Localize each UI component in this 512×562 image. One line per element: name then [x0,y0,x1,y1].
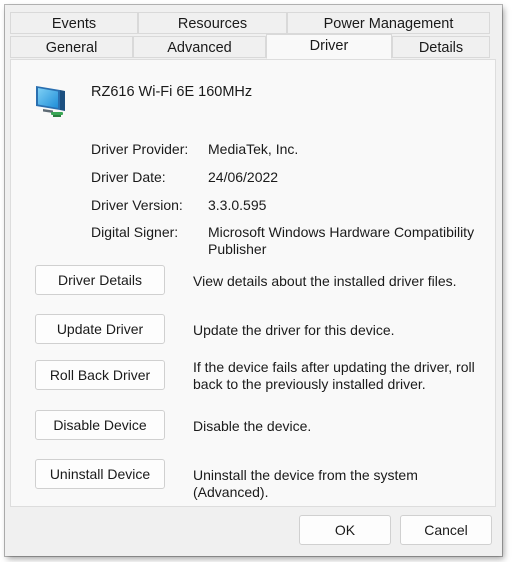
driver-version-value: 3.3.0.595 [208,197,267,213]
device-name: RZ616 Wi-Fi 6E 160MHz [91,84,253,100]
driver-provider-label: Driver Provider: [91,141,189,157]
uninstall-device-button[interactable]: Uninstall Device [35,459,165,489]
tab-details[interactable]: Details [392,36,490,58]
network-adapter-icon [33,82,73,122]
roll-back-driver-description: If the device fails after updating the d… [193,359,475,392]
driver-details-button[interactable]: Driver Details [35,265,165,295]
driver-tab-panel: RZ616 Wi-Fi 6E 160MHz Driver Provider: M… [10,59,496,507]
tab-events[interactable]: Events [10,12,138,34]
driver-provider-value: MediaTek, Inc. [208,141,299,157]
driver-properties-dialog: Events Resources Power Management Genera… [5,5,502,556]
digital-signer-value: Microsoft Windows Hardware Compatibility… [208,224,475,257]
uninstall-device-description: Uninstall the device from the system (Ad… [193,467,418,500]
tab-general[interactable]: General [10,36,133,58]
driver-version-label: Driver Version: [91,197,183,213]
disable-device-button[interactable]: Disable Device [35,410,165,440]
disable-device-description: Disable the device. [193,418,312,434]
ok-button[interactable]: OK [299,515,391,545]
driver-date-value: 24/06/2022 [208,169,279,185]
tab-power-management[interactable]: Power Management [287,12,490,34]
digital-signer-label: Digital Signer: [91,224,179,240]
cancel-button[interactable]: Cancel [400,515,492,545]
driver-details-description: View details about the installed driver … [193,273,457,289]
tab-advanced[interactable]: Advanced [133,36,266,58]
tab-resources[interactable]: Resources [138,12,287,34]
driver-date-label: Driver Date: [91,169,166,185]
tab-driver[interactable]: Driver [266,34,392,59]
update-driver-description: Update the driver for this device. [193,322,395,338]
update-driver-button[interactable]: Update Driver [35,314,165,344]
roll-back-driver-button[interactable]: Roll Back Driver [35,360,165,390]
